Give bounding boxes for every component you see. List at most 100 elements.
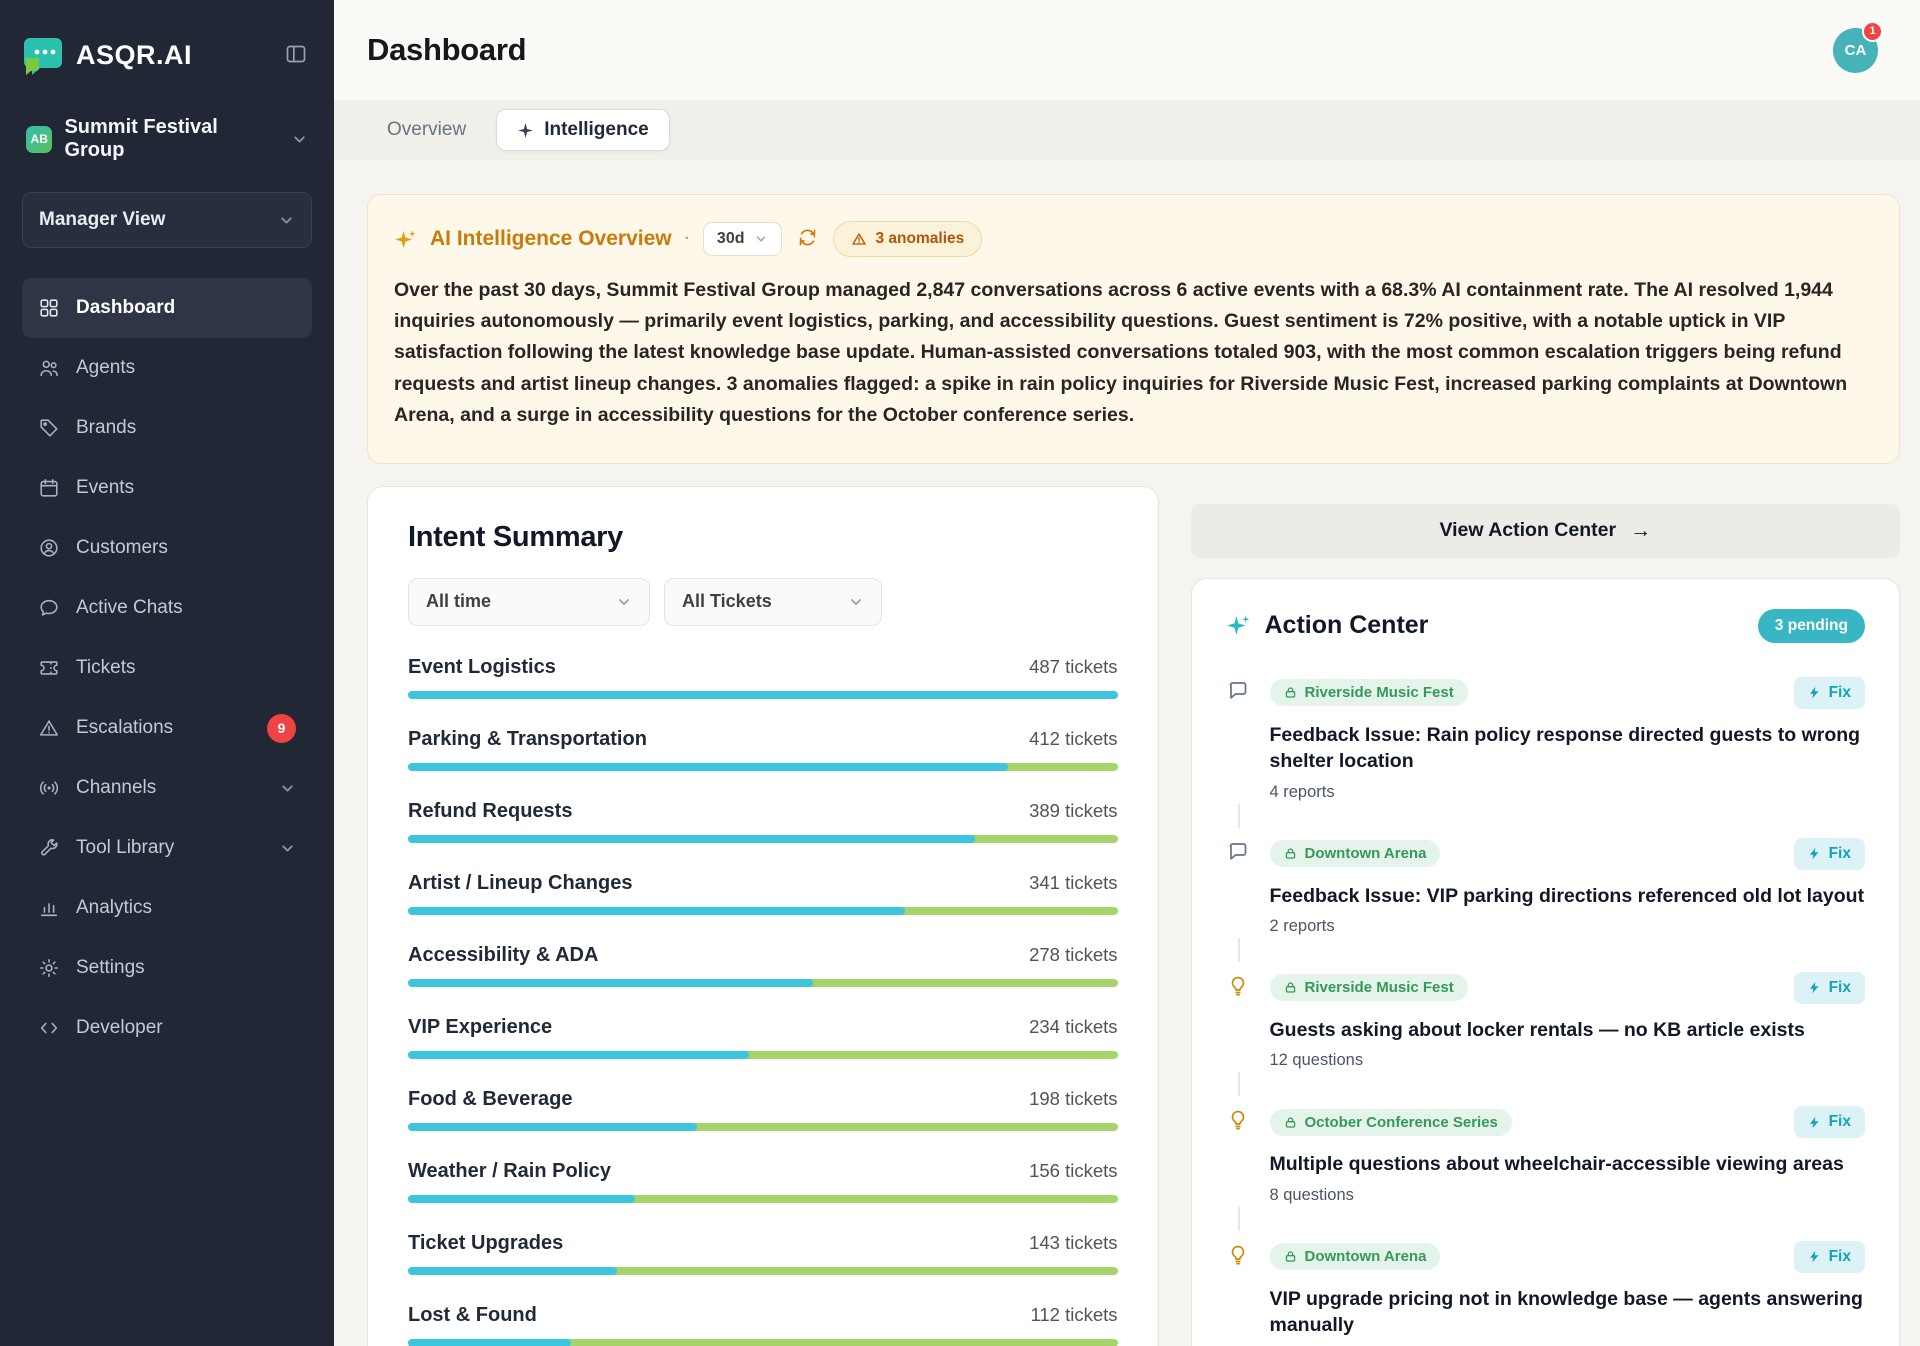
chevron-down-icon <box>279 840 296 857</box>
sidebar-item-analytics[interactable]: Analytics <box>22 878 312 938</box>
sidebar-item-agents[interactable]: Agents <box>22 338 312 398</box>
intent-label: Ticket Upgrades <box>408 1232 563 1255</box>
anomalies-badge-label: 3 anomalies <box>876 230 965 248</box>
sidebar-item-escalations[interactable]: Escalations 9 <box>22 698 312 758</box>
intent-label: VIP Experience <box>408 1016 552 1039</box>
fix-button[interactable]: Fix <box>1794 972 1865 1004</box>
tab-overview[interactable]: Overview <box>367 119 486 141</box>
event-badge[interactable]: October Conference Series <box>1270 1109 1512 1136</box>
sidebar-item-tickets[interactable]: Tickets <box>22 638 312 698</box>
user-avatar[interactable]: CA 1 <box>1833 28 1878 73</box>
sidebar-collapse-button[interactable] <box>280 38 312 73</box>
intent-row: Artist / Lineup Changes341 tickets <box>408 872 1118 915</box>
action-item-title: Feedback Issue: Rain policy response dir… <box>1270 722 1866 775</box>
sparkle-icon <box>517 122 534 139</box>
action-center-column: View Action Center → Action Center 3 pen… <box>1191 504 1901 1346</box>
feedback-chat-icon <box>1226 679 1250 703</box>
intent-row: Parking & Transportation 412 tickets <box>408 728 1118 771</box>
lock-icon <box>1284 686 1297 699</box>
event-badge-label: Downtown Arena <box>1305 845 1427 862</box>
intent-progress-bar <box>408 835 1118 843</box>
bolt-icon <box>1808 1250 1821 1263</box>
time-filter-select[interactable]: All time <box>408 578 650 626</box>
sidebar-item-label: Events <box>76 477 134 499</box>
intent-ticket-count: 156 tickets <box>1029 1160 1117 1182</box>
sidebar-item-tool-library[interactable]: Tool Library <box>22 818 312 878</box>
page-title: Dashboard <box>367 32 526 68</box>
sidebar-item-label: Customers <box>76 537 168 559</box>
bolt-icon <box>1808 981 1821 994</box>
view-action-center-label: View Action Center <box>1439 519 1616 542</box>
view-selector[interactable]: Manager View <box>22 192 312 248</box>
event-badge[interactable]: Downtown Arena <box>1270 840 1441 867</box>
intent-ticket-count: 389 tickets <box>1029 800 1117 822</box>
action-item: Riverside Music Fest Fix Feedback Issue:… <box>1226 665 1866 826</box>
escalations-count-badge: 9 <box>267 714 296 743</box>
intent-label: Weather / Rain Policy <box>408 1160 611 1183</box>
tag-icon <box>38 417 60 439</box>
sidebar-item-settings[interactable]: Settings <box>22 938 312 998</box>
sidebar-item-customers[interactable]: Customers <box>22 518 312 578</box>
action-item-title: Multiple questions about wheelchair-acce… <box>1270 1151 1866 1177</box>
sidebar-item-brands[interactable]: Brands <box>22 398 312 458</box>
fix-button-label: Fix <box>1829 1248 1851 1266</box>
time-range-select[interactable]: 30d <box>703 222 782 256</box>
intent-filters: All time All Tickets <box>408 578 1118 626</box>
intent-ticket-count: 412 tickets <box>1029 728 1117 750</box>
lock-icon <box>1284 981 1297 994</box>
sidebar-item-label: Tool Library <box>76 837 174 859</box>
intent-ticket-count: 198 tickets <box>1029 1088 1117 1110</box>
app-root: ASQR.AI AB Summit Festival Group Manager… <box>0 0 1920 1346</box>
ai-summary-text: Over the past 30 days, Summit Festival G… <box>394 275 1857 431</box>
intent-progress-bar <box>408 1267 1118 1275</box>
arrow-right-icon: → <box>1630 519 1651 543</box>
chevron-down-icon <box>616 594 632 610</box>
anomalies-badge[interactable]: 3 anomalies <box>833 221 983 257</box>
intent-summary-title: Intent Summary <box>408 521 1118 554</box>
ticket-filter-select[interactable]: All Tickets <box>664 578 882 626</box>
sidebar-item-channels[interactable]: Channels <box>22 758 312 818</box>
wrench-icon <box>38 837 60 859</box>
dashboard-grid-icon <box>38 297 60 319</box>
refresh-button[interactable] <box>795 225 820 253</box>
bolt-icon <box>1808 847 1821 860</box>
event-badge-label: Downtown Arena <box>1305 1248 1427 1265</box>
logo-text: ASQR.AI <box>76 40 192 71</box>
intent-label: Parking & Transportation <box>408 728 647 751</box>
action-item-title: Feedback Issue: VIP parking directions r… <box>1270 883 1866 909</box>
intent-progress-bar <box>408 1051 1118 1059</box>
view-action-center-button[interactable]: View Action Center → <box>1191 504 1901 558</box>
intent-progress-bar <box>408 691 1118 699</box>
fix-button[interactable]: Fix <box>1794 677 1865 709</box>
fix-button[interactable]: Fix <box>1794 1106 1865 1138</box>
intent-summary-card: Intent Summary All time All Tickets Even… <box>367 486 1159 1346</box>
sidebar-item-active-chats[interactable]: Active Chats <box>22 578 312 638</box>
intent-row: Event Logistics487 tickets <box>408 656 1118 699</box>
intent-row: Lost & Found112 tickets <box>408 1304 1118 1346</box>
notification-badge: 1 <box>1862 21 1883 42</box>
intent-row: Food & Beverage198 tickets <box>408 1088 1118 1131</box>
action-center-card: Action Center 3 pending Riverside Music <box>1191 578 1901 1346</box>
user-circle-icon <box>38 537 60 559</box>
lock-icon <box>1284 1116 1297 1129</box>
fix-button[interactable]: Fix <box>1794 1241 1865 1273</box>
app-logo[interactable]: ASQR.AI <box>22 34 192 76</box>
time-filter-value: All time <box>426 591 491 612</box>
event-badge[interactable]: Riverside Music Fest <box>1270 679 1468 706</box>
tab-intelligence[interactable]: Intelligence <box>496 109 670 151</box>
org-name: Summit Festival Group <box>64 116 279 162</box>
tab-label: Overview <box>387 119 466 140</box>
org-switcher[interactable]: AB Summit Festival Group <box>26 116 308 162</box>
event-badge-label: October Conference Series <box>1305 1114 1498 1131</box>
org-avatar: AB <box>26 126 52 153</box>
sidebar-item-dashboard[interactable]: Dashboard <box>22 278 312 338</box>
sidebar-item-developer[interactable]: Developer <box>22 998 312 1058</box>
sidebar-item-events[interactable]: Events <box>22 458 312 518</box>
chevron-down-icon <box>291 131 308 148</box>
ai-overview-header: AI Intelligence Overview · 30d 3 anomali… <box>394 221 1857 257</box>
fix-button[interactable]: Fix <box>1794 838 1865 870</box>
sidebar-header: ASQR.AI <box>22 34 312 76</box>
sidebar-item-label: Escalations <box>76 717 173 739</box>
event-badge[interactable]: Riverside Music Fest <box>1270 974 1468 1001</box>
event-badge[interactable]: Downtown Arena <box>1270 1243 1441 1270</box>
